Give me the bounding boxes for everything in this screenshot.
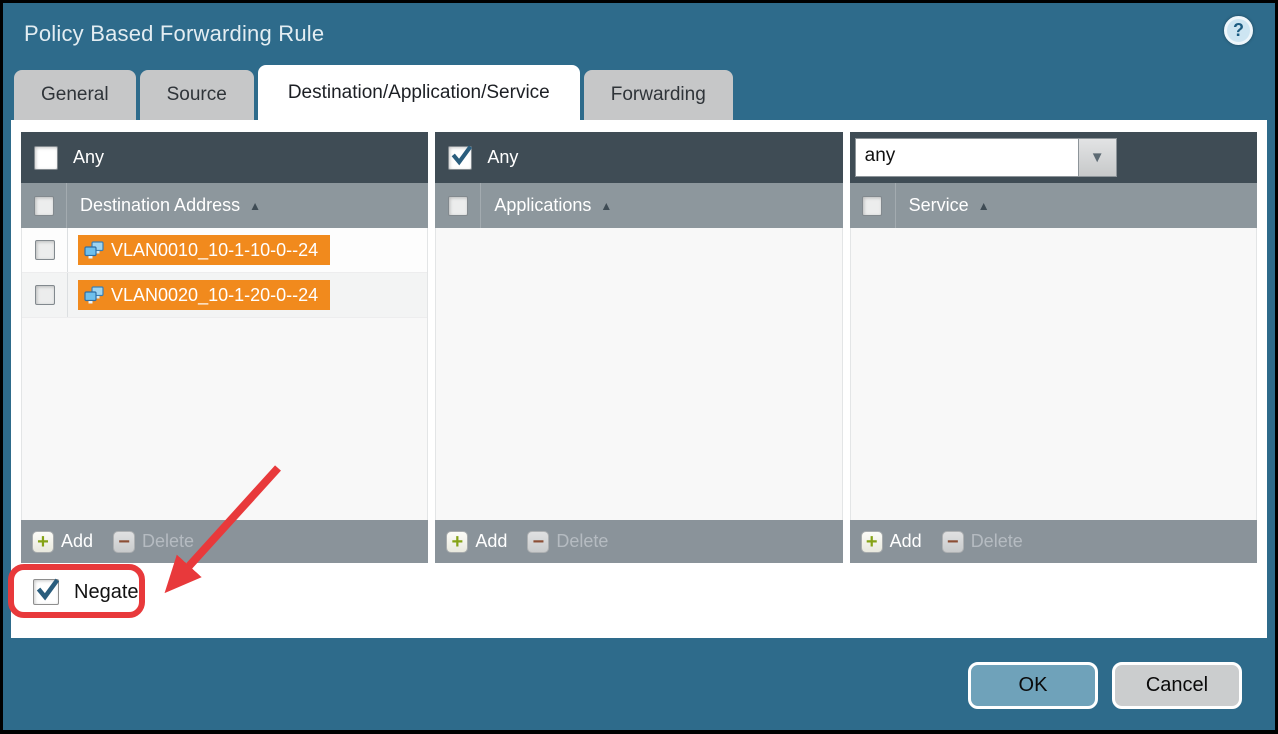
delete-icon: −: [942, 531, 964, 553]
service-list: [850, 228, 1257, 520]
sort-asc-icon: ▲: [600, 199, 612, 213]
applications-column-header-label: Applications: [481, 195, 591, 216]
destination-select-all-checkbox[interactable]: [34, 196, 54, 216]
chevron-down-icon[interactable]: ▼: [1079, 138, 1117, 177]
network-icon: [84, 241, 104, 259]
service-actions-bar: + Add − Delete: [850, 520, 1257, 563]
tab-general[interactable]: General: [14, 70, 136, 120]
address-object-label: VLAN0010_10-1-10-0--24: [111, 240, 318, 261]
service-column-header-label: Service: [896, 195, 969, 216]
destination-any-checkbox[interactable]: [34, 146, 58, 170]
tab-destination-application-service[interactable]: Destination/Application/Service: [258, 65, 580, 120]
service-column-header[interactable]: Service ▲: [850, 183, 1257, 228]
dialog-window: Policy Based Forwarding Rule ? General S…: [0, 0, 1278, 734]
delete-icon: −: [527, 531, 549, 553]
ok-button[interactable]: OK: [968, 662, 1098, 709]
cancel-button[interactable]: Cancel: [1112, 662, 1242, 709]
destination-any-bar: Any: [21, 132, 428, 183]
service-panel: any ▼ Service ▲ + Add −: [850, 132, 1257, 563]
tab-forwarding[interactable]: Forwarding: [584, 70, 733, 120]
address-object[interactable]: VLAN0010_10-1-10-0--24: [78, 235, 330, 265]
service-dropdown-bar: any ▼: [850, 132, 1257, 183]
applications-actions-bar: + Add − Delete: [435, 520, 842, 563]
add-button[interactable]: + Add: [446, 531, 507, 553]
service-any-select[interactable]: any ▼: [855, 138, 1117, 177]
negate-row: Negate: [33, 579, 233, 605]
add-button[interactable]: + Add: [861, 531, 922, 553]
applications-any-checkbox[interactable]: [448, 146, 472, 170]
panel-columns: Any Destination Address ▲ VLAN0010_10-1-…: [21, 132, 1257, 563]
negate-label: Negate: [74, 581, 139, 604]
add-icon: +: [446, 531, 468, 553]
table-row: VLAN0020_10-1-20-0--24: [22, 273, 427, 318]
delete-button[interactable]: − Delete: [113, 531, 194, 553]
help-icon[interactable]: ?: [1224, 16, 1253, 45]
title-bar: Policy Based Forwarding Rule ?: [3, 3, 1275, 65]
service-select-value: any: [855, 138, 1079, 177]
row-checkbox[interactable]: [35, 285, 55, 305]
address-object[interactable]: VLAN0020_10-1-20-0--24: [78, 280, 330, 310]
applications-any-label: Any: [487, 147, 518, 168]
dialog-footer: OK Cancel: [3, 638, 1275, 733]
add-button[interactable]: + Add: [32, 531, 93, 553]
destination-panel: Any Destination Address ▲ VLAN0010_10-1-…: [21, 132, 428, 563]
delete-button[interactable]: − Delete: [942, 531, 1023, 553]
add-icon: +: [32, 531, 54, 553]
applications-list: [435, 228, 842, 520]
tab-source[interactable]: Source: [140, 70, 254, 120]
address-object-label: VLAN0020_10-1-20-0--24: [111, 285, 318, 306]
applications-select-all-checkbox[interactable]: [448, 196, 468, 216]
negate-checkbox[interactable]: [33, 579, 59, 605]
row-checkbox[interactable]: [35, 240, 55, 260]
page-title: Policy Based Forwarding Rule: [24, 21, 324, 47]
destination-any-label: Any: [73, 147, 104, 168]
destination-column-header[interactable]: Destination Address ▲: [21, 183, 428, 228]
applications-any-bar: Any: [435, 132, 842, 183]
tab-content: Any Destination Address ▲ VLAN0010_10-1-…: [11, 120, 1267, 638]
delete-button[interactable]: − Delete: [527, 531, 608, 553]
table-row: VLAN0010_10-1-10-0--24: [22, 228, 427, 273]
sort-asc-icon: ▲: [249, 199, 261, 213]
destination-column-header-label: Destination Address: [67, 195, 240, 216]
add-icon: +: [861, 531, 883, 553]
applications-column-header[interactable]: Applications ▲: [435, 183, 842, 228]
delete-icon: −: [113, 531, 135, 553]
network-icon: [84, 286, 104, 304]
sort-asc-icon: ▲: [978, 199, 990, 213]
applications-panel: Any Applications ▲ + Add − Delete: [435, 132, 842, 563]
destination-actions-bar: + Add − Delete: [21, 520, 428, 563]
service-select-all-checkbox[interactable]: [862, 196, 882, 216]
tab-bar: General Source Destination/Application/S…: [3, 65, 1275, 120]
destination-list: VLAN0010_10-1-10-0--24 VLAN0020_10-1-20-…: [21, 228, 428, 520]
